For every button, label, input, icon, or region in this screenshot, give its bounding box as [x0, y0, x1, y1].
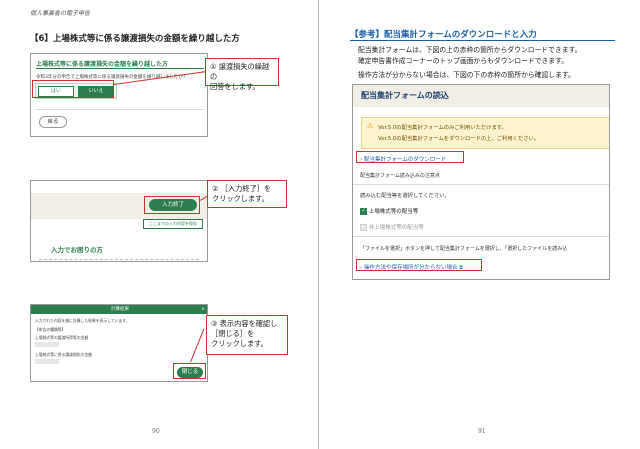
help-heading: 入力でお困りの方 [51, 246, 103, 254]
close-icon[interactable]: × [201, 305, 205, 314]
section-title: 【6】上場株式等に係る譲渡損失の金額を繰り越した方 [30, 34, 240, 44]
note-heading: 配当集計フォーム読み込みの注意点 [360, 173, 440, 179]
result-line: 【申告の種類等】 [35, 327, 66, 332]
intro-line-2: 確定申告書作成コーナーのトップ画面からもダウンロードできます。 [358, 57, 569, 65]
divider [353, 184, 609, 185]
instruction-text: 「ファイルを選択」ボタンを押して配当集計フォームを選択し、「選択したファイルを読… [360, 246, 568, 252]
callout-3: ③ 表示内容を確認し ［閉じる］を クリックします。 [206, 315, 288, 355]
callout-number: ③ [211, 319, 218, 328]
title-underline [36, 68, 204, 69]
right-page: 【参考】配当集計フォームのダウンロードと入力 配当集計フォームは、下図の上の赤枠… [320, 0, 640, 449]
check-icon: ✓ [360, 208, 367, 215]
callout-number: ① [210, 62, 217, 71]
reference-title-text: 【参考】配当集計フォームのダウンロードと入力 [350, 30, 537, 40]
warning-line-2: Ver.5.0の配当集計フォームをダウンロードの上、ご利用ください。 [378, 136, 540, 142]
page-number: 91 [478, 428, 486, 435]
divider [39, 259, 199, 260]
checkbox-listed-dividends[interactable]: ✓ 上場株式等の配当等 [360, 207, 418, 215]
screenshot-finish-input: 入力終了 ここまでの入力内容を保存 入力でお困りの方 [30, 180, 208, 262]
warning-icon: ⚠ [367, 122, 374, 130]
highlight-box-2 [144, 196, 200, 214]
page-number: 90 [152, 428, 160, 435]
callout-text: 表示内容を確認し ［閉じる］を クリックします。 [211, 319, 278, 348]
callout-1: ① 譲渡損失の繰越の 回答をします。 [205, 58, 279, 91]
panel-title: 配当集計フォームの読込 [361, 91, 449, 100]
callout-number: ② [212, 184, 219, 193]
highlight-help [356, 259, 482, 271]
intro-line-3: 操作方法が分からない場合は、下図の下の赤枠の箇所から確認します。 [358, 71, 575, 79]
warning-box: ⚠ Ver.5.0の配当集計フォームのみご利用いただけます。 Ver.5.0の配… [361, 117, 609, 149]
checkbox-box [360, 224, 367, 231]
callout-text: 譲渡損失の繰越の 回答をします。 [210, 62, 270, 91]
divider [353, 236, 609, 237]
result-line: 入力された内容を基に計算した結果を表示しています。 [35, 318, 130, 323]
dividend-form-panel: 配当集計フォームの読込 ⚠ Ver.5.0の配当集計フォームのみご利用いただけま… [352, 84, 610, 280]
back-button[interactable]: 戻る [39, 116, 67, 128]
callout-2: ② ［入力終了］を クリックします。 [207, 180, 287, 208]
select-prompt: 読み込む配当等を選択してください。 [360, 193, 450, 199]
highlight-box-1 [32, 80, 114, 98]
intro-line-1: 配当集計フォームは、下図の上の赤枠の箇所からダウンロードできます。 [358, 46, 582, 54]
result-line: 上場株式等に係る譲渡損失の金額 [35, 352, 92, 357]
reference-title: 【参考】配当集計フォームのダウンロードと入力 [350, 28, 537, 40]
value-bar [35, 342, 59, 347]
warning-line-1: Ver.5.0の配当集計フォームのみご利用いただけます。 [378, 125, 507, 131]
divider [35, 109, 205, 110]
left-page: 個人事業者の電子申告 【6】上場株式等に係る譲渡損失の金額を繰り越した方 上場株… [0, 0, 319, 449]
checkbox-unlisted-dividends[interactable]: 非上場株式等の配当等 [360, 223, 424, 231]
page-header: 個人事業者の電子申告 [30, 10, 91, 17]
value-bar [35, 359, 59, 364]
checkbox-label: 上場株式等の配当等 [368, 209, 419, 215]
title-underline [350, 40, 615, 41]
shot-title: 上場株式等に係る譲渡損失の金額を繰り越した方 [36, 61, 169, 68]
highlight-download [356, 151, 464, 163]
result-line: 上場株式等の譲渡所得等の金額 [35, 335, 89, 340]
dialog-header: 計算結果 × [31, 305, 207, 314]
highlight-box-3 [173, 363, 206, 379]
dialog-title: 計算結果 [111, 307, 129, 312]
save-progress-link[interactable]: ここまでの入力内容を保存 [143, 219, 203, 229]
checkbox-label: 非上場株式等の配当等 [368, 225, 424, 231]
callout-text: ［入力終了］を クリックします。 [212, 184, 272, 203]
